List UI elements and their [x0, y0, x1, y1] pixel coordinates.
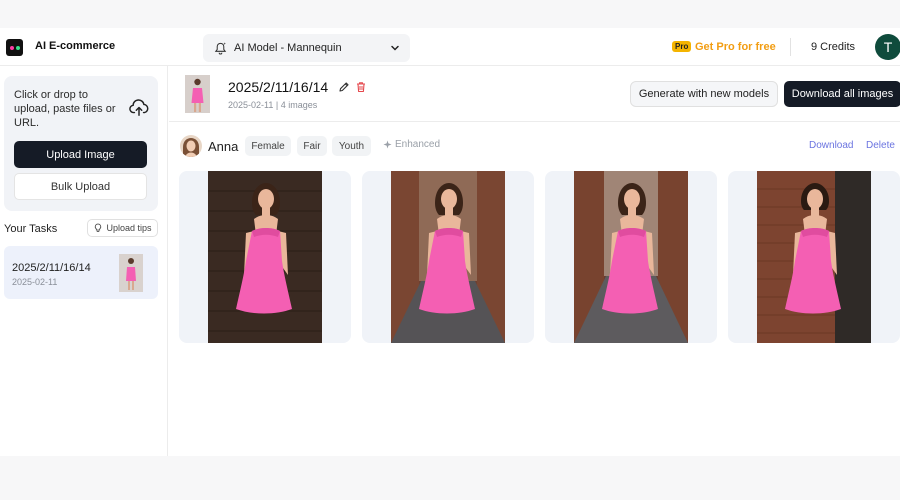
task-item[interactable]: 2025/2/11/16/14 2025-02-11	[4, 246, 158, 299]
model-type-value: AI Model - Mannequin	[234, 42, 342, 54]
generated-image	[391, 171, 505, 343]
lightbulb-icon	[95, 223, 102, 232]
logo-dot	[15, 45, 20, 50]
task-header: 2025/2/11/16/14 2025-02-11 | 4 images Ge…	[169, 66, 900, 122]
model-delete-link[interactable]: Delete	[866, 140, 895, 151]
task-thumbnail	[119, 254, 143, 292]
chevron-down-icon	[391, 45, 399, 51]
enhanced-label: Enhanced	[383, 139, 440, 150]
top-background	[0, 0, 900, 28]
tag-age: Youth	[332, 136, 371, 156]
logo-dot	[9, 45, 14, 50]
app-title: AI E-commerce	[35, 40, 116, 52]
main-panel: 2025/2/11/16/14 2025-02-11 | 4 images Ge…	[169, 66, 900, 456]
task-title: 2025/2/11/16/14	[228, 79, 329, 95]
task-item-date: 2025-02-11	[12, 277, 58, 287]
download-all-button[interactable]: Download all images	[784, 81, 900, 107]
generated-image	[757, 171, 871, 343]
cloud-upload-icon	[129, 99, 149, 117]
user-avatar[interactable]: T	[875, 34, 900, 60]
header-divider	[790, 38, 791, 56]
edit-pencil-icon[interactable]	[338, 81, 350, 93]
generated-image-card[interactable]	[545, 171, 717, 343]
bell-icon	[214, 41, 227, 54]
task-source-thumbnail[interactable]	[185, 75, 210, 113]
tag-gender: Female	[245, 136, 291, 156]
task-item-name: 2025/2/11/16/14	[12, 262, 91, 274]
generated-image	[208, 171, 322, 343]
model-avatar	[180, 135, 202, 157]
pro-badge: Pro	[672, 41, 692, 52]
model-download-link[interactable]: Download	[809, 140, 853, 151]
upload-dropzone[interactable]: Click or drop to upload, paste files or …	[4, 76, 158, 211]
generated-image-card[interactable]	[179, 171, 351, 343]
upload-tips-label: Upload tips	[106, 223, 152, 233]
bottom-background	[0, 456, 900, 500]
generated-image	[574, 171, 688, 343]
tasks-title: Your Tasks	[4, 223, 58, 235]
generated-image-card[interactable]	[362, 171, 534, 343]
generated-image-card[interactable]	[728, 171, 900, 343]
trash-icon[interactable]	[355, 81, 367, 93]
tag-skin: Fair	[297, 136, 327, 156]
sidebar: Click or drop to upload, paste files or …	[0, 66, 168, 456]
task-meta: 2025-02-11 | 4 images	[228, 100, 318, 110]
bulk-upload-button[interactable]: Bulk Upload	[14, 173, 147, 200]
model-row: Anna Female Fair Youth Enhanced Download…	[169, 133, 900, 159]
sparkle-icon	[383, 140, 392, 149]
model-type-select[interactable]: AI Model - Mannequin	[203, 34, 410, 62]
get-pro-link[interactable]: Get Pro for free	[695, 41, 776, 53]
generate-new-models-button[interactable]: Generate with new models	[630, 81, 778, 107]
app-logo[interactable]	[6, 39, 23, 56]
header: AI E-commerce AI Model - Mannequin Pro G…	[0, 28, 900, 66]
app-window: AI E-commerce AI Model - Mannequin Pro G…	[0, 28, 900, 456]
model-name: Anna	[208, 139, 239, 154]
upload-image-button[interactable]: Upload Image	[14, 141, 147, 168]
credits-count[interactable]: 9 Credits	[811, 41, 855, 53]
upload-tips-button[interactable]: Upload tips	[87, 219, 158, 237]
upload-hint: Click or drop to upload, paste files or …	[14, 89, 116, 129]
